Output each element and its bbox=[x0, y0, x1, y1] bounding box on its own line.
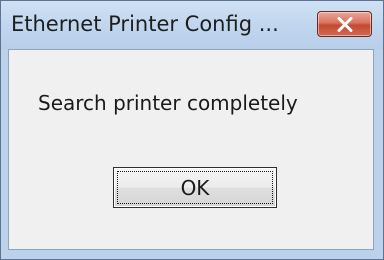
ok-button-label: OK bbox=[180, 176, 210, 200]
close-icon bbox=[337, 17, 353, 32]
status-message: Search printer completely bbox=[38, 91, 298, 115]
message-dialog: Ethernet Printer Config ... Search print… bbox=[0, 0, 384, 260]
window-title: Ethernet Printer Config ... bbox=[11, 12, 279, 36]
dialog-body: Search printer completely OK bbox=[8, 49, 374, 250]
close-button[interactable] bbox=[317, 11, 372, 37]
ok-button[interactable]: OK bbox=[113, 167, 277, 208]
title-bar[interactable]: Ethernet Printer Config ... bbox=[1, 1, 383, 49]
